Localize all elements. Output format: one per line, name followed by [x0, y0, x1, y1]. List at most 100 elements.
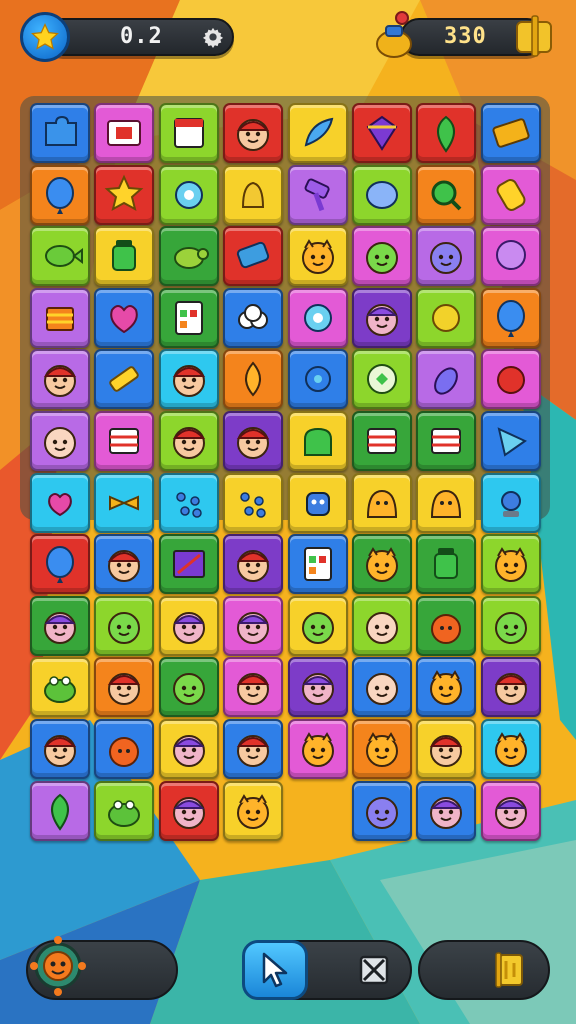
tile[interactable]: [352, 719, 412, 779]
tile[interactable]: [158, 534, 219, 595]
wallet-icon[interactable]: [514, 14, 554, 58]
character-icon[interactable]: [26, 934, 90, 998]
tile[interactable]: [287, 595, 348, 656]
tile[interactable]: [94, 657, 155, 718]
tile[interactable]: [158, 226, 219, 287]
tile[interactable]: [158, 780, 219, 841]
tile[interactable]: [480, 534, 541, 595]
tile[interactable]: [30, 411, 90, 471]
tile[interactable]: [94, 780, 155, 841]
tile[interactable]: [158, 164, 219, 225]
tile[interactable]: [287, 534, 348, 595]
tile[interactable]: [94, 595, 155, 656]
tile[interactable]: [352, 657, 412, 718]
tile[interactable]: [223, 164, 284, 225]
tile[interactable]: [223, 472, 284, 533]
tile[interactable]: [223, 411, 284, 471]
tile[interactable]: [416, 287, 477, 348]
tile[interactable]: [158, 349, 219, 410]
tile[interactable]: [480, 595, 541, 656]
tile[interactable]: [416, 595, 477, 656]
tile[interactable]: [352, 411, 412, 471]
tile[interactable]: [94, 164, 155, 225]
crossed-box-icon[interactable]: [346, 942, 402, 998]
tile[interactable]: [158, 595, 219, 656]
tile[interactable]: [352, 534, 412, 595]
tile[interactable]: [223, 226, 284, 287]
tile[interactable]: [94, 349, 155, 410]
tile[interactable]: [30, 349, 90, 410]
tile[interactable]: [480, 349, 541, 410]
tile[interactable]: [416, 780, 477, 841]
tile[interactable]: [416, 534, 477, 595]
tile[interactable]: [30, 287, 90, 348]
tile[interactable]: [158, 287, 219, 348]
tile[interactable]: [223, 287, 284, 348]
tile[interactable]: [158, 719, 219, 779]
tile[interactable]: [416, 164, 477, 225]
tile[interactable]: [223, 103, 284, 163]
tile[interactable]: [30, 780, 90, 841]
tile[interactable]: [94, 287, 155, 348]
tile[interactable]: [223, 780, 284, 841]
tile[interactable]: [30, 595, 90, 656]
tile[interactable]: [94, 534, 155, 595]
tile[interactable]: [223, 657, 284, 718]
tile[interactable]: [287, 472, 348, 533]
tile[interactable]: [352, 103, 412, 163]
tile[interactable]: [480, 103, 541, 163]
tile[interactable]: [416, 349, 477, 410]
tile[interactable]: [352, 595, 412, 656]
tile[interactable]: [352, 226, 412, 287]
tile[interactable]: [480, 164, 541, 225]
tile[interactable]: [480, 657, 541, 718]
tile[interactable]: [287, 349, 348, 410]
tile[interactable]: [287, 657, 348, 718]
tile[interactable]: [223, 349, 284, 410]
tile[interactable]: [480, 226, 541, 287]
tile[interactable]: [30, 103, 90, 163]
tile[interactable]: [416, 226, 477, 287]
tile[interactable]: [94, 472, 155, 533]
tile[interactable]: [158, 657, 219, 718]
tile[interactable]: [416, 719, 477, 779]
tile[interactable]: [94, 226, 155, 287]
tile[interactable]: [223, 534, 284, 595]
tile[interactable]: [480, 411, 541, 471]
tile[interactable]: [287, 226, 348, 287]
tile[interactable]: [158, 411, 219, 471]
tile[interactable]: [480, 719, 541, 779]
tile[interactable]: [30, 534, 90, 595]
tile[interactable]: [480, 472, 541, 533]
tile[interactable]: [94, 411, 155, 471]
tile[interactable]: [223, 719, 284, 779]
tile[interactable]: [352, 287, 412, 348]
tile[interactable]: [287, 411, 348, 471]
tile[interactable]: [30, 657, 90, 718]
tile[interactable]: [352, 472, 412, 533]
tile[interactable]: [94, 103, 155, 163]
tile[interactable]: [352, 349, 412, 410]
tile[interactable]: [158, 472, 219, 533]
tile[interactable]: [480, 780, 541, 841]
tile[interactable]: [158, 103, 219, 163]
tile[interactable]: [30, 719, 90, 779]
gear-icon[interactable]: [202, 26, 224, 48]
tile[interactable]: [352, 164, 412, 225]
cursor-arrow-icon[interactable]: [242, 940, 308, 1000]
tile[interactable]: [30, 472, 90, 533]
tile[interactable]: [416, 103, 477, 163]
tile[interactable]: [30, 164, 90, 225]
tile[interactable]: [416, 411, 477, 471]
tile[interactable]: [30, 226, 90, 287]
tile[interactable]: [287, 164, 348, 225]
tile[interactable]: [416, 657, 477, 718]
tile[interactable]: [352, 780, 412, 841]
tile[interactable]: [287, 719, 348, 779]
tile[interactable]: [416, 472, 477, 533]
flag-icon[interactable]: [484, 944, 536, 996]
tile[interactable]: [94, 719, 155, 779]
tile[interactable]: [223, 595, 284, 656]
tile[interactable]: [480, 287, 541, 348]
tile[interactable]: [287, 287, 348, 348]
